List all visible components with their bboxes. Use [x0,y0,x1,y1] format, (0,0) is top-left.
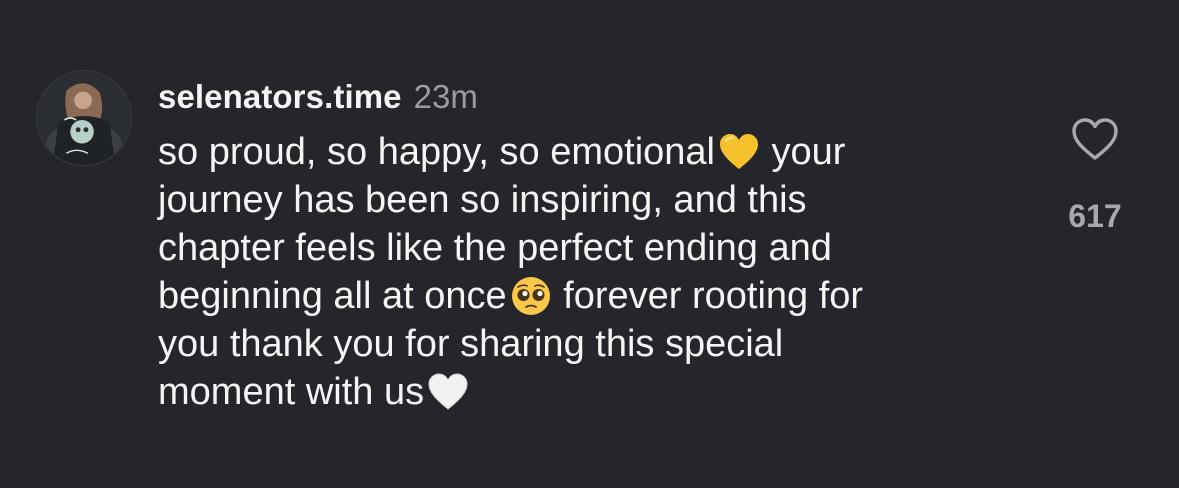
comment-line: chapter feels like the perfect ending an… [158,224,1018,272]
comment-line: so proud, so happy, so emotional your [158,128,1018,176]
like-count: 617 [1068,198,1122,234]
comment-line-text: your [760,131,846,173]
pleading-face-icon [509,274,553,318]
avatar-image [37,71,131,165]
comment-header: selenators.time 23m [158,74,1018,120]
heart-outline-icon[interactable] [1070,116,1120,162]
comment-line-text: so proud, so happy, so emotional [158,131,715,173]
comment-line-text: beginning all at once [158,275,507,317]
comment-line-text: journey has been so inspiring, and this [158,179,807,221]
comment-line: beginning all at once forever rooting fo… [158,272,1018,320]
yellow-heart-icon [717,130,761,174]
comment-timestamp: 23m [413,78,478,115]
comment-text: so proud, so happy, so emotional your jo… [158,128,1018,416]
comment-line-text: forever rooting for [552,275,864,317]
comment-line: journey has been so inspiring, and this [158,176,1018,224]
comment-screen: selenators.time 23m so proud, so happy, … [0,0,1179,488]
comment-line: moment with us [158,368,1018,416]
like-section: 617 [1064,116,1126,235]
comment-line-text: you thank you for sharing this special [158,323,784,365]
comment-line-text: moment with us [158,371,425,413]
comment-line: you thank you for sharing this special [158,320,1018,368]
username-link[interactable]: selenators.time [158,74,402,120]
comment-body: selenators.time 23m so proud, so happy, … [158,74,1018,416]
white-heart-icon [426,370,470,414]
profile-avatar[interactable] [36,70,132,166]
comment-line-text: chapter feels like the perfect ending an… [158,227,832,269]
